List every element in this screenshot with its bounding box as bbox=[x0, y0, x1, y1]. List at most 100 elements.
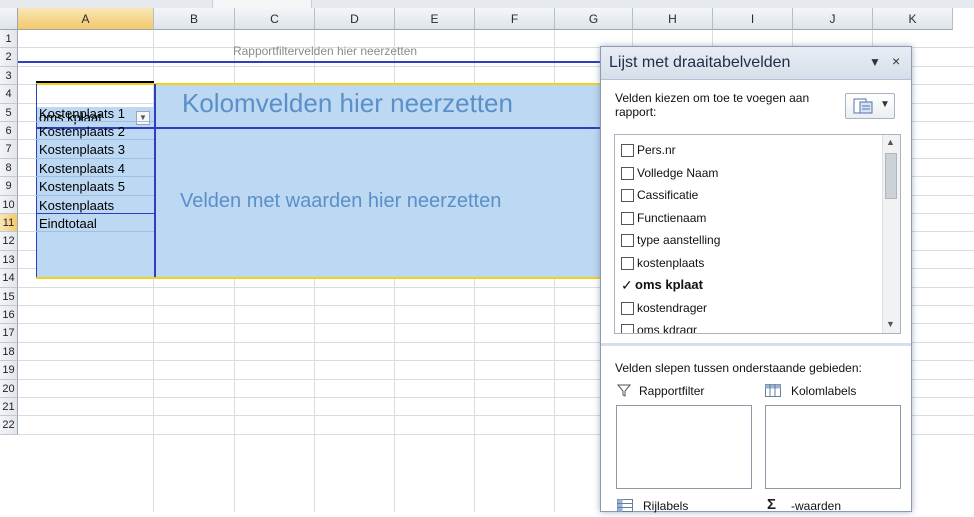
row-header-7[interactable]: 7 bbox=[0, 140, 18, 159]
sigma-icon: Σ bbox=[767, 496, 777, 513]
column-labels-area[interactable] bbox=[765, 405, 901, 489]
field-item[interactable]: ✓ oms kplaat bbox=[621, 276, 703, 298]
row-header-20[interactable]: 20 bbox=[0, 379, 18, 398]
column-labels-area-label: Kolomlabels bbox=[791, 384, 857, 398]
checkbox-icon[interactable] bbox=[621, 234, 634, 248]
checked-checkbox-icon[interactable]: ✓ bbox=[621, 278, 633, 292]
row-header-9[interactable]: 9 bbox=[0, 177, 18, 196]
field-item-label: oms kplaat bbox=[635, 277, 703, 292]
field-item[interactable]: type aanstelling bbox=[621, 231, 720, 253]
column-header-b[interactable]: B bbox=[154, 8, 235, 30]
column-header-g[interactable]: G bbox=[555, 8, 633, 30]
field-item-label: oms kdragr bbox=[637, 323, 698, 334]
pivot-row-divider bbox=[36, 213, 154, 214]
field-item[interactable]: oms kdragr bbox=[621, 321, 698, 334]
column-header-k[interactable]: K bbox=[873, 8, 953, 30]
row-header-17[interactable]: 17 bbox=[0, 324, 18, 343]
row-header-filter-button[interactable]: ▼ bbox=[136, 111, 150, 125]
field-item-label: kostendrager bbox=[637, 300, 708, 315]
select-all-corner[interactable] bbox=[0, 8, 18, 30]
pivot-row-item[interactable]: Kostenplaats bbox=[36, 198, 114, 213]
column-header-i[interactable]: I bbox=[713, 8, 793, 30]
row-header-3[interactable]: 3 bbox=[0, 66, 18, 86]
checkbox-icon[interactable] bbox=[621, 301, 634, 315]
pivot-row-item[interactable]: Kostenplaats 5 bbox=[36, 179, 125, 194]
column-labels-icon bbox=[765, 384, 781, 402]
row-header-2[interactable]: 2 bbox=[0, 48, 18, 67]
pane-close-icon[interactable]: × bbox=[892, 53, 900, 69]
row-header-5[interactable]: 5 bbox=[0, 103, 18, 122]
pane-title: Lijst met draaitabelvelden bbox=[609, 54, 791, 71]
row-header-13[interactable]: 13 bbox=[0, 250, 18, 270]
checkbox-icon[interactable] bbox=[621, 166, 634, 180]
checkbox-icon[interactable] bbox=[621, 211, 634, 225]
chevron-down-icon: ▼ bbox=[880, 99, 890, 110]
row-header-15[interactable]: 15 bbox=[0, 287, 18, 306]
column-header-d[interactable]: D bbox=[315, 8, 395, 30]
pivot-row-item[interactable]: Kostenplaats 4 bbox=[36, 161, 125, 176]
checkbox-icon[interactable] bbox=[621, 189, 634, 203]
field-item[interactable]: Volledge Naam bbox=[621, 164, 718, 186]
field-item-label: Pers.nr bbox=[637, 143, 676, 157]
row-header-14[interactable]: 14 bbox=[0, 269, 18, 288]
field-layout-icon bbox=[853, 98, 873, 114]
pivot-row-item[interactable]: Kostenplaats 3 bbox=[36, 142, 125, 157]
row-header-10[interactable]: 10 bbox=[0, 195, 18, 214]
column-header-a[interactable]: A bbox=[18, 8, 154, 30]
pivot-row-divider bbox=[36, 231, 154, 233]
field-list-scrollbar[interactable]: ▲ ▼ bbox=[882, 135, 900, 333]
field-item[interactable]: Pers.nr bbox=[621, 141, 676, 163]
field-list[interactable]: Pers.nr Volledge Naam Cassificatie Functien… bbox=[614, 134, 901, 334]
row-header-18[interactable]: 18 bbox=[0, 342, 18, 362]
column-header-f[interactable]: F bbox=[475, 8, 555, 30]
field-item[interactable]: kostenplaats bbox=[621, 254, 704, 276]
field-item-label: type aanstelling bbox=[637, 233, 721, 247]
pane-splitter[interactable] bbox=[601, 343, 911, 346]
row-header-6[interactable]: 6 bbox=[0, 122, 18, 141]
values-area-label: -waarden bbox=[791, 499, 842, 513]
row-header-16[interactable]: 16 bbox=[0, 306, 18, 325]
scroll-thumb[interactable] bbox=[885, 153, 897, 199]
column-header-e[interactable]: E bbox=[395, 8, 475, 30]
pivot-row-divider bbox=[36, 139, 154, 141]
column-header-c[interactable]: C bbox=[235, 8, 315, 30]
pivot-row-item[interactable]: Kostenplaats 1 bbox=[36, 106, 125, 121]
values-drop-text: Velden met waarden hier neerzetten bbox=[180, 190, 502, 212]
ribbon-edge bbox=[0, 0, 974, 8]
column-header-h[interactable]: H bbox=[633, 8, 713, 30]
row-header-11[interactable]: 11 bbox=[0, 214, 18, 233]
checkbox-icon[interactable] bbox=[621, 144, 634, 158]
field-item[interactable]: Functienaam bbox=[621, 209, 706, 231]
row-header-19[interactable]: 19 bbox=[0, 361, 18, 380]
row-header-1[interactable]: 1 bbox=[0, 30, 18, 49]
pivot-row-item[interactable]: Eindtotaal bbox=[36, 216, 97, 231]
pivot-row-item[interactable]: Kostenplaats 2 bbox=[36, 124, 125, 139]
checkbox-icon[interactable] bbox=[621, 256, 634, 270]
row-header-12[interactable]: 12 bbox=[0, 232, 18, 251]
field-item[interactable]: kostendrager bbox=[621, 299, 707, 321]
pivot-field-list-pane: Lijst met draaitabelvelden ▼ × Velden ki… bbox=[600, 46, 912, 513]
row-header-21[interactable]: 21 bbox=[0, 398, 18, 417]
pane-header: Lijst met draaitabelvelden ▼ × bbox=[601, 47, 911, 80]
pivot-yellow-top bbox=[36, 83, 632, 85]
drag-fields-label: Velden slepen tussen onderstaande gebied… bbox=[615, 361, 862, 375]
column-header-j[interactable]: J bbox=[793, 8, 873, 30]
scroll-down-icon[interactable]: ▼ bbox=[886, 319, 895, 329]
checkbox-icon[interactable] bbox=[621, 324, 634, 333]
row-labels-area-label: Rijlabels bbox=[643, 499, 689, 513]
pivot-row-divider bbox=[36, 121, 154, 122]
field-item-label: Volledge Naam bbox=[637, 165, 719, 180]
field-item[interactable]: Cassificatie bbox=[621, 186, 698, 208]
row-labels-icon bbox=[617, 499, 633, 517]
field-layout-button[interactable]: ▼ bbox=[845, 93, 895, 119]
report-filter-area[interactable] bbox=[616, 405, 752, 489]
scroll-up-icon[interactable]: ▲ bbox=[886, 137, 895, 147]
choose-fields-label: Velden kiezen om toe te voegen aan rappo… bbox=[615, 91, 810, 119]
field-item-label: kostenplaats bbox=[637, 255, 705, 270]
row-header-22[interactable]: 22 bbox=[0, 416, 18, 435]
row-header-8[interactable]: 8 bbox=[0, 158, 18, 178]
pane-options-dropdown-icon[interactable]: ▼ bbox=[869, 55, 881, 69]
pivot-row-divider bbox=[36, 176, 154, 178]
report-filter-drop-zone[interactable]: Rapportfiltervelden hier neerzetten bbox=[18, 42, 632, 60]
row-header-4[interactable]: 4 bbox=[0, 85, 18, 104]
